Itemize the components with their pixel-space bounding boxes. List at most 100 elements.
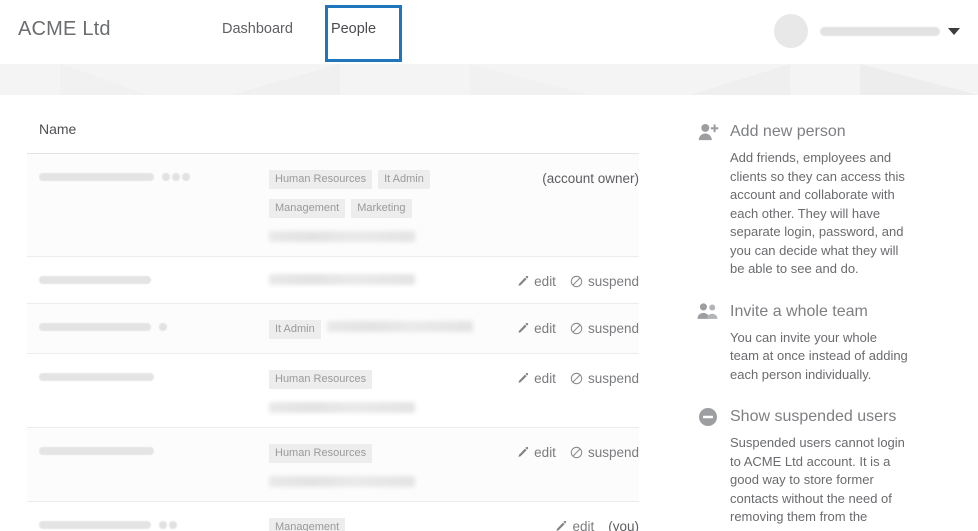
row-name-cell xyxy=(39,370,269,381)
row-detail-cell: Management xyxy=(269,518,491,531)
person-name-redacted xyxy=(39,447,154,455)
edit-button[interactable]: edit xyxy=(516,321,556,336)
status-dots xyxy=(159,323,167,331)
edit-button[interactable]: edit xyxy=(516,274,556,289)
table-row[interactable]: edit suspend xyxy=(27,257,639,304)
row-name-cell xyxy=(39,170,269,181)
sidebar-block-header[interactable]: Add new person xyxy=(697,121,909,143)
top-navigation-bar: ACME Ltd Dashboard People xyxy=(0,0,978,64)
row-actions-cell: edit suspend xyxy=(491,444,639,460)
edit-label: edit xyxy=(534,445,556,460)
sidebar-blocks: Add new person Add friends, employees and… xyxy=(697,121,909,531)
role-tag[interactable]: Human Resources xyxy=(269,444,373,463)
pencil-icon xyxy=(554,520,567,531)
minus-circle-icon xyxy=(697,406,719,428)
edit-label: edit xyxy=(572,519,595,531)
person-name-redacted xyxy=(39,521,151,529)
table-row[interactable]: Management edit (you) xyxy=(27,502,639,531)
ban-icon xyxy=(570,372,583,385)
role-tag[interactable]: It Admin xyxy=(269,320,321,339)
row-name-cell xyxy=(39,273,269,284)
pencil-icon xyxy=(516,372,529,385)
row-detail-cell: Human Resources xyxy=(269,370,491,413)
avatar xyxy=(774,14,808,48)
banner-shape xyxy=(230,64,340,95)
person-email-redacted xyxy=(269,402,415,413)
person-name-redacted xyxy=(39,276,151,284)
edit-button[interactable]: edit xyxy=(516,445,556,460)
row-actions-cell: edit (you) xyxy=(491,518,639,531)
sidebar-block-title[interactable]: Add new person xyxy=(730,123,846,141)
pencil-icon xyxy=(516,446,529,459)
status-dots xyxy=(162,173,190,181)
status-dot xyxy=(159,323,167,331)
table-row[interactable]: Human Resources edit suspend xyxy=(27,354,639,428)
ban-icon xyxy=(570,322,583,335)
person-email-redacted xyxy=(269,274,415,285)
decorative-banner xyxy=(0,64,978,95)
account-menu[interactable] xyxy=(774,14,960,48)
banner-shape xyxy=(470,64,590,95)
main-nav: Dashboard People xyxy=(222,21,376,37)
page-body: Name Human Resources It Admin Management Ma… xyxy=(0,95,978,531)
ban-icon xyxy=(570,446,583,459)
people-table: Name Human Resources It Admin Management Ma… xyxy=(27,121,639,531)
table-row[interactable]: Human Resources It Admin Management Marketi… xyxy=(27,154,639,257)
suspend-button[interactable]: suspend xyxy=(570,371,639,386)
brand-title: ACME Ltd xyxy=(18,18,111,40)
suspend-button[interactable]: suspend xyxy=(570,321,639,336)
sidebar-block-header[interactable]: Show suspended users xyxy=(697,406,909,428)
table-row[interactable]: It Admin edit suspend xyxy=(27,304,639,354)
sidebar-block-title[interactable]: Show suspended users xyxy=(730,408,896,426)
help-sidebar: Add new person Add friends, employees and… xyxy=(639,121,939,531)
status-dot xyxy=(169,521,177,529)
pencil-icon xyxy=(516,275,529,288)
people-table-container: Name Human Resources It Admin Management Ma… xyxy=(0,121,639,531)
row-detail-cell: Human Resources xyxy=(269,444,491,487)
row-name-cell xyxy=(39,320,269,331)
table-row[interactable]: Human Resources edit suspend xyxy=(27,428,639,502)
sidebar-block-header[interactable]: Invite a whole team xyxy=(697,301,909,323)
row-detail-cell xyxy=(269,273,491,285)
status-dot xyxy=(182,173,190,181)
sidebar-block-body: Suspended users cannot login to ACME Ltd… xyxy=(730,435,905,531)
pencil-icon xyxy=(516,322,529,335)
users-group-icon xyxy=(697,301,719,323)
suspend-button[interactable]: suspend xyxy=(570,274,639,289)
row-detail-cell: Human Resources It Admin Management Marketi… xyxy=(269,170,491,242)
banner-shape xyxy=(690,64,790,95)
row-actions-cell: (account owner) xyxy=(491,170,639,186)
suspend-button[interactable]: suspend xyxy=(570,445,639,460)
row-note: (account owner) xyxy=(542,171,639,186)
role-tag[interactable]: Human Resources xyxy=(269,370,373,389)
person-name-redacted xyxy=(39,373,154,381)
role-tag[interactable]: Human Resources xyxy=(269,170,373,189)
table-body: Human Resources It Admin Management Marketi… xyxy=(27,154,639,531)
nav-item-people[interactable]: People xyxy=(331,21,376,37)
sidebar-block-title[interactable]: Invite a whole team xyxy=(730,303,868,321)
edit-label: edit xyxy=(534,321,556,336)
role-tag[interactable]: Management xyxy=(269,199,346,218)
role-tag[interactable]: Marketing xyxy=(351,199,412,218)
edit-label: edit xyxy=(534,274,556,289)
edit-button[interactable]: edit xyxy=(516,371,556,386)
banner-shape xyxy=(60,64,150,95)
row-actions-cell: edit suspend xyxy=(491,320,639,336)
ban-icon xyxy=(570,275,583,288)
nav-item-dashboard[interactable]: Dashboard xyxy=(222,21,293,37)
status-dot xyxy=(162,173,170,181)
person-email-redacted xyxy=(269,476,415,487)
edit-button[interactable]: edit xyxy=(554,519,594,531)
row-detail-cell: It Admin xyxy=(269,320,491,339)
role-tag[interactable]: It Admin xyxy=(378,170,430,189)
sidebar-block-body: Add friends, employees and clients so th… xyxy=(730,150,905,276)
role-tag[interactable]: Management xyxy=(269,518,346,531)
row-name-cell xyxy=(39,518,269,529)
suspend-label: suspend xyxy=(587,371,639,386)
chevron-down-icon[interactable] xyxy=(948,27,960,35)
column-header-name: Name xyxy=(39,121,77,137)
person-email-redacted xyxy=(269,231,415,242)
person-name-redacted xyxy=(39,173,154,181)
table-header-row: Name xyxy=(27,121,639,154)
suspend-label: suspend xyxy=(587,321,639,336)
